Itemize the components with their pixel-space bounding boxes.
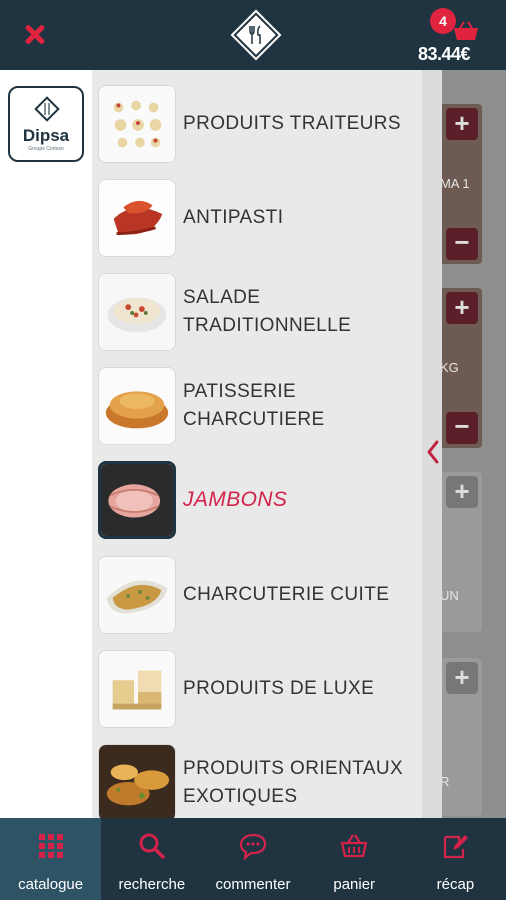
category-item[interactable]: PRODUITS DE LUXE bbox=[98, 650, 438, 730]
category-label: ANTIPASTI bbox=[183, 207, 284, 228]
category-image bbox=[98, 650, 176, 728]
app-logo-icon bbox=[233, 12, 279, 58]
basket-icon bbox=[340, 834, 368, 858]
product-unit: KG bbox=[440, 360, 459, 375]
nav-label: panier bbox=[333, 876, 376, 893]
category-image bbox=[98, 85, 176, 163]
comment-icon bbox=[239, 833, 267, 860]
cart-total: 83.44€ bbox=[418, 44, 471, 64]
nav-label: catalogue bbox=[18, 876, 84, 893]
category-item[interactable]: ANTIPASTI bbox=[98, 179, 438, 259]
nav-panier[interactable]: panier bbox=[304, 818, 405, 900]
brand-mark-icon bbox=[34, 96, 60, 122]
cart-count-badge: 4 bbox=[430, 8, 456, 34]
nav-label: commenter bbox=[215, 876, 291, 893]
edit-icon bbox=[444, 835, 469, 859]
category-image bbox=[98, 179, 176, 257]
category-label: PATISSERIE CHARCUTIERE bbox=[183, 381, 325, 430]
nav-catalogue[interactable]: catalogue bbox=[0, 818, 102, 900]
chevron-left-icon[interactable] bbox=[424, 438, 442, 466]
add-button: + bbox=[446, 662, 478, 694]
category-image bbox=[98, 273, 176, 351]
category-label: SALADE TRADITIONNELLE bbox=[183, 287, 352, 336]
nav-commenter[interactable]: commenter bbox=[202, 818, 303, 900]
category-item-active[interactable]: JAMBONS bbox=[98, 461, 438, 541]
product-card: + MA 1 − bbox=[438, 104, 482, 264]
top-bar: 4 83.44€ bbox=[0, 0, 506, 70]
add-button: + bbox=[446, 108, 478, 140]
category-label: CHARCUTERIE CUITE bbox=[183, 584, 390, 605]
remove-button: − bbox=[446, 412, 478, 444]
product-unit: UN bbox=[440, 588, 459, 603]
nav-recap[interactable]: récap bbox=[405, 818, 506, 900]
nav-label: recherche bbox=[118, 876, 186, 893]
category-item[interactable]: PRODUITS ORIENTAUX EXOTIQUES bbox=[98, 744, 438, 818]
brand-name: Dipsa bbox=[22, 126, 70, 145]
category-item[interactable]: PRODUITS TRAITEURS bbox=[98, 85, 438, 165]
add-button: + bbox=[446, 292, 478, 324]
product-card: + R bbox=[438, 658, 482, 816]
category-image bbox=[98, 744, 176, 818]
product-unit: MA 1 bbox=[440, 176, 470, 191]
nav-label: récap bbox=[436, 876, 475, 893]
category-item[interactable]: SALADE TRADITIONNELLE bbox=[98, 273, 438, 353]
remove-button: − bbox=[446, 228, 478, 260]
category-label: PRODUITS ORIENTAUX EXOTIQUES bbox=[183, 758, 404, 807]
brand-tagline: Groupe Cortozo bbox=[28, 146, 64, 152]
category-label: PRODUITS DE LUXE bbox=[183, 678, 375, 699]
bottom-nav: catalogue recherche commenter panier réc… bbox=[0, 818, 506, 900]
category-menu: PRODUITS TRAITEURS ANTIPASTI SALADE TRAD… bbox=[92, 70, 442, 818]
close-icon[interactable] bbox=[20, 20, 50, 50]
product-card: + UN bbox=[438, 472, 482, 632]
category-image bbox=[98, 461, 176, 539]
category-image bbox=[98, 556, 176, 634]
cart-button[interactable]: 4 83.44€ bbox=[412, 6, 482, 66]
category-item[interactable]: CHARCUTERIE CUITE bbox=[98, 556, 438, 636]
category-item[interactable]: PATISSERIE CHARCUTIERE bbox=[98, 367, 438, 447]
brand-logo[interactable]: Dipsa Groupe Cortozo bbox=[8, 86, 84, 162]
category-label: PRODUITS TRAITEURS bbox=[183, 113, 401, 134]
basket-icon bbox=[454, 21, 478, 40]
nav-recherche[interactable]: recherche bbox=[101, 818, 202, 900]
grid-icon bbox=[38, 834, 63, 858]
add-button: + bbox=[446, 476, 478, 508]
brand-sidebar: Dipsa Groupe Cortozo bbox=[0, 70, 92, 818]
product-card: + KG − bbox=[438, 288, 482, 448]
category-label: JAMBONS bbox=[183, 488, 288, 511]
category-image bbox=[98, 367, 176, 445]
search-icon bbox=[139, 833, 165, 859]
